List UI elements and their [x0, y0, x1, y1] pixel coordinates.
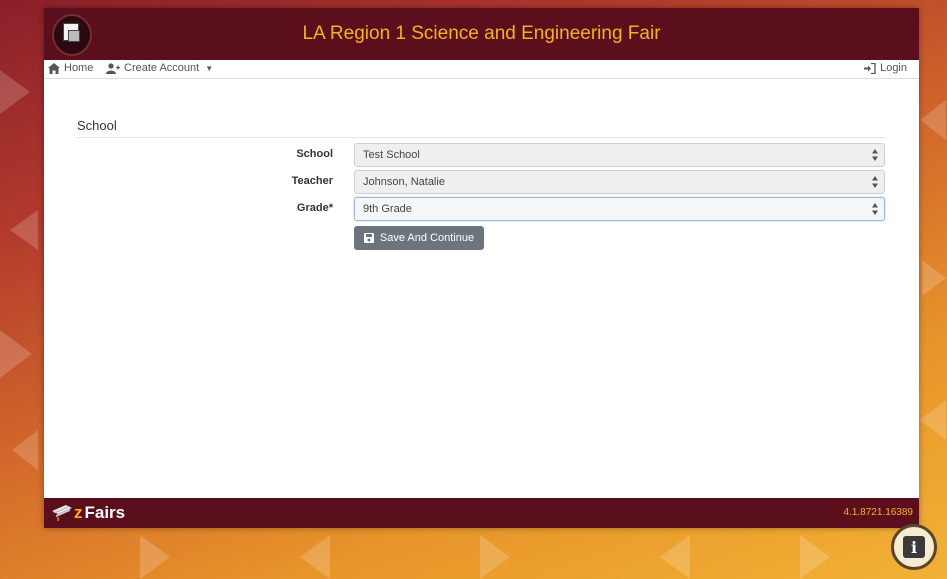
graduation-cap-icon [52, 505, 72, 521]
section-divider [77, 137, 885, 138]
grade-select-value: 9th Grade [363, 203, 412, 215]
nav-bar: Home Create Account ▼ Login [44, 60, 919, 79]
header-bar: LA Region 1 Science and Engineering Fair [44, 8, 919, 60]
teacher-label: Teacher [291, 175, 333, 187]
teacher-select[interactable]: Johnson, Natalie [354, 170, 885, 194]
nav-create-account-dropdown[interactable]: Create Account ▼ [106, 62, 213, 74]
footer-bar: z Fairs 4.1.8721.16389 [44, 498, 919, 528]
select-arrows-icon [872, 203, 878, 215]
save-and-continue-button[interactable]: Save And Continue [354, 226, 484, 250]
school-select[interactable]: Test School [354, 143, 885, 167]
nav-create-account-label: Create Account [124, 62, 200, 74]
grade-row: Grade* 9th Grade [44, 197, 919, 221]
brand-name: Fairs [84, 503, 126, 522]
brand-prefix: z [74, 503, 83, 522]
nav-login-label: Login [880, 62, 907, 74]
zfairs-logo[interactable]: z Fairs [52, 503, 125, 523]
floppy-disk-icon [363, 233, 374, 243]
teacher-row: Teacher Johnson, Natalie [44, 170, 919, 194]
nav-home-label: Home [64, 62, 94, 74]
select-arrows-icon [872, 176, 878, 188]
school-select-value: Test School [363, 149, 420, 161]
save-button-label: Save And Continue [379, 232, 475, 244]
sign-in-icon [864, 62, 876, 74]
home-icon [48, 62, 60, 74]
grade-select[interactable]: 9th Grade [354, 197, 885, 221]
app-window: LA Region 1 Science and Engineering Fair… [44, 8, 919, 528]
select-arrows-icon [872, 149, 878, 161]
teacher-select-value: Johnson, Natalie [363, 176, 445, 188]
info-button[interactable]: i [891, 524, 937, 570]
caret-down-icon: ▼ [205, 63, 214, 73]
school-row: School Test School [44, 143, 919, 167]
grade-label: Grade* [296, 202, 333, 214]
page-title: LA Region 1 Science and Engineering Fair [302, 23, 661, 44]
version-label: 4.1.8721.16389 [843, 507, 913, 518]
user-plus-icon [106, 62, 120, 74]
info-icon: i [903, 536, 925, 558]
nav-home-link[interactable]: Home [48, 62, 93, 74]
school-label: School [296, 148, 333, 160]
section-title: School [77, 118, 117, 133]
nav-login-link[interactable]: Login [864, 62, 907, 74]
